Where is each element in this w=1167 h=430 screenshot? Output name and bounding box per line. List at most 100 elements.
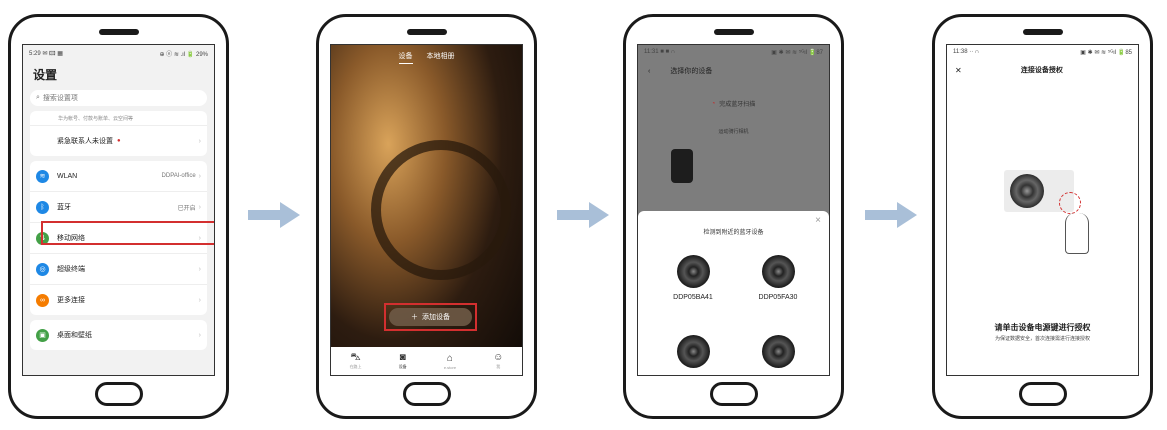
instructions: 请单击设备电源键进行授权 为保证数据安全，首次连接需进行连接授权 (947, 322, 1138, 342)
super-device-icon: ◎ (36, 262, 49, 276)
row-label: 蓝牙 (57, 204, 71, 211)
phone-frame-app-home: 设备 本地相册 ＋ 添加设备 ⛍ 在路上 ◙ 设备 ⌂ e.store ☺ 我 (316, 14, 537, 419)
chevron-right-icon: › (198, 172, 201, 180)
device-item[interactable] (658, 335, 728, 374)
speaker-slot (713, 29, 754, 35)
account-row[interactable]: 华为帐号、付款与账单、云空间等 (30, 111, 207, 126)
home-button[interactable] (1018, 382, 1067, 406)
settings-row-super-device[interactable]: ◎ 超级终端 › (30, 254, 207, 285)
settings-row-wlan[interactable]: ≋ WLAN DDPAI-office › (30, 161, 207, 192)
instruction-subtext: 为保证数据安全，首次连接需进行连接授权 (994, 336, 1090, 342)
settings-row-more-connections[interactable]: ∞ 更多连接 › (30, 285, 207, 315)
header: ✕ 连接设备授权 (947, 58, 1138, 75)
tab-estore[interactable]: ⌂ e.store (444, 353, 456, 370)
account-subtitle: 华为帐号、付款与账单、云空间等 (58, 115, 134, 122)
tab-devices[interactable]: 设备 (398, 51, 413, 64)
app-home-screen: 设备 本地相册 ＋ 添加设备 ⛍ 在路上 ◙ 设备 ⌂ e.store ☺ 我 (330, 44, 523, 376)
chevron-right-icon: › (198, 265, 201, 273)
tab-device[interactable]: ◙ 设备 (399, 352, 407, 370)
camera-lens-icon (761, 335, 795, 368)
speaker-slot (98, 29, 139, 35)
close-icon[interactable]: × (815, 215, 821, 226)
chevron-right-icon: › (198, 203, 201, 211)
search-placeholder: 搜索设置项 (42, 95, 78, 102)
chevron-right-icon: › (198, 331, 201, 339)
instruction-text: 请单击设备电源键进行授权 (994, 323, 1091, 332)
header: ‹ 选择你的设备 (638, 58, 829, 76)
bluetooth-icon: ᛒ (36, 200, 49, 214)
sheet-title: 检测到附近的蓝牙设备 (703, 230, 764, 236)
link-icon: ∞ (36, 293, 49, 307)
home-button[interactable] (709, 382, 758, 406)
phone-frame-settings: 5:29 ✉ 🖾 ▦ ⊕ ⓝ ≋ .ıl 🔋 29% 设置 ⌕ 搜索设置项 华为… (8, 14, 229, 419)
row-value: DDPAI-office (161, 173, 196, 179)
power-button-marker (1059, 192, 1081, 214)
device-name: DDP05BA41 (673, 294, 713, 301)
home-button[interactable] (402, 382, 451, 406)
speaker-slot (406, 29, 447, 35)
top-tabs: 设备 本地相册 (331, 51, 522, 64)
close-icon[interactable]: ✕ (955, 66, 962, 75)
device-item[interactable] (743, 335, 813, 374)
camera-lens-icon (761, 255, 795, 288)
scan-label: 完成蓝牙扫描 (719, 102, 756, 108)
back-icon[interactable]: ‹ (648, 68, 650, 75)
bluetooth-highlight-box (41, 221, 214, 245)
row-label: 更多连接 (57, 297, 85, 304)
camera-lens-icon (676, 255, 710, 288)
status-right: ⊕ ⓝ ≋ .ıl 🔋 29% (159, 52, 208, 58)
page-title: 设置 (33, 68, 58, 82)
tab-local-album[interactable]: 本地相册 (427, 51, 455, 64)
authorization-screen: 11:38 ·· ∩ ▣ ✱ ✉ ≋ ⁵ᴳıl 🔋85 ✕ 连接设备授权 请单击… (946, 44, 1139, 376)
finger-press-icon (1065, 213, 1089, 254)
status-bar: 5:29 ✉ 🖾 ▦ ⊕ ⓝ ≋ .ıl 🔋 29% (23, 45, 214, 58)
tab-me[interactable]: ☺ 我 (493, 352, 503, 370)
account-card: 华为帐号、付款与账单、云空间等 紧急联系人未设置 ● › (30, 111, 207, 156)
camera-icon: ◙ (399, 352, 406, 363)
page-title: 选择你的设备 (670, 68, 713, 75)
status-left: 5:29 ✉ 🖾 ▦ (29, 51, 63, 57)
row-label: WLAN (57, 172, 78, 180)
scan-icon: ◔ (711, 100, 716, 107)
status-bar: 11:38 ·· ∩ ▣ ✱ ✉ ≋ ⁵ᴳıl 🔋85 (947, 45, 1138, 58)
settings-row-bluetooth[interactable]: ᛒ 蓝牙 已开启 › (30, 192, 207, 223)
section-label: 运动骑行相机 (718, 129, 749, 135)
steering-wheel-background (371, 140, 511, 280)
tab-on-road[interactable]: ⛍ 在路上 (350, 352, 362, 370)
tab-label: 在路上 (349, 364, 362, 369)
emergency-contact-row[interactable]: 紧急联系人未设置 ● › (30, 126, 207, 156)
settings-row-wallpaper[interactable]: ▣ 桌面和壁纸 › (30, 320, 207, 350)
wallpaper-icon: ▣ (36, 328, 49, 342)
next-step-arrow-icon (248, 202, 300, 228)
emergency-label: 紧急联系人未设置 (57, 138, 113, 145)
tab-label: 我 (496, 364, 501, 369)
row-label: 超级终端 (57, 266, 85, 273)
store-icon: ⌂ (446, 352, 453, 364)
bottom-tab-bar: ⛍ 在路上 ◙ 设备 ⌂ e.store ☺ 我 (331, 347, 522, 375)
status-left: 11:38 ·· ∩ (953, 49, 980, 55)
camera-lens-icon (1010, 174, 1044, 208)
device-illustration (1004, 170, 1081, 214)
page-title: 连接设备授权 (1020, 67, 1063, 74)
car-icon: ⛍ (350, 352, 361, 363)
search-icon: ⌕ (36, 94, 40, 101)
device-name: DDP05FA30 (758, 294, 798, 301)
add-device-highlight-box (384, 303, 477, 331)
status-bar: 11:31 ■ ■ ∩ ▣ ✱ ✉ ≋ ⁵ᴳıl 🔋87 (638, 45, 829, 58)
phone-frame-authorization: 11:38 ·· ∩ ▣ ✱ ✉ ≋ ⁵ᴳıl 🔋85 ✕ 连接设备授权 请单击… (932, 14, 1153, 419)
next-step-arrow-icon (557, 202, 609, 228)
scan-status: ◔ 完成蓝牙扫描 (638, 99, 829, 109)
smile-icon: ☺ (493, 352, 504, 363)
status-right: ▣ ✱ ✉ ≋ ⁵ᴳıl 🔋87 (771, 50, 823, 56)
display-card: ▣ 桌面和壁纸 › (30, 320, 207, 350)
tab-label: 设备 (398, 364, 407, 369)
status-right: ▣ ✱ ✉ ≋ ⁵ᴳıl 🔋85 (1080, 50, 1132, 56)
dashcam-product-image[interactable] (671, 149, 693, 183)
home-button[interactable] (94, 382, 143, 406)
search-input[interactable]: ⌕ 搜索设置项 (30, 90, 207, 106)
device-item[interactable]: DDP05FA30 (743, 255, 813, 301)
device-item[interactable]: DDP05BA41 (658, 255, 728, 301)
device-select-screen: 11:31 ■ ■ ∩ ▣ ✱ ✉ ≋ ⁵ᴳıl 🔋87 ‹ 选择你的设备 ◔ … (637, 44, 830, 376)
phone-frame-device-select: 11:31 ■ ■ ∩ ▣ ✱ ✉ ≋ ⁵ᴳıl 🔋87 ‹ 选择你的设备 ◔ … (623, 14, 844, 419)
bluetooth-devices-sheet: × 检测到附近的蓝牙设备 DDP05BA41 DDP05FA30 (638, 211, 829, 375)
